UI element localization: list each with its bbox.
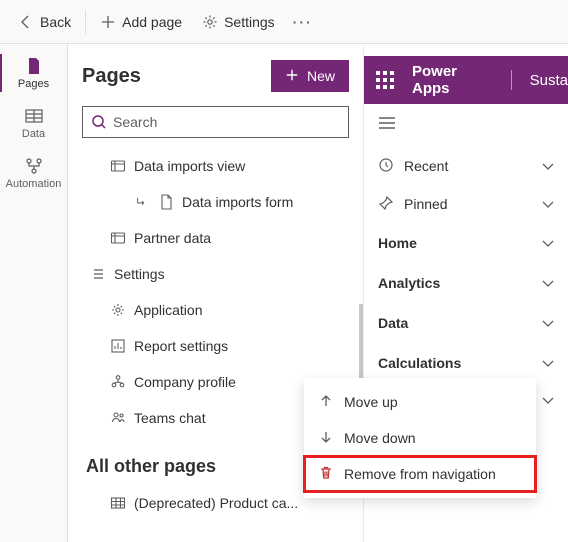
list-icon (90, 266, 106, 282)
nav-calculations[interactable]: Calculations (378, 343, 554, 383)
tree-item-partner-data[interactable]: Partner data (82, 220, 349, 256)
add-page-label: Add page (122, 14, 182, 30)
rail-data[interactable]: Data (0, 98, 67, 148)
nav-recent[interactable]: Recent (378, 147, 554, 185)
nav-data[interactable]: Data (378, 303, 554, 343)
ellipsis-icon: ··· (295, 14, 311, 30)
rail-automation-label: Automation (6, 178, 62, 190)
report-icon (110, 338, 126, 354)
page-icon (24, 56, 44, 76)
rail-pages[interactable]: Pages (0, 48, 67, 98)
trash-icon (318, 465, 334, 484)
chevron-down-icon (542, 355, 554, 371)
gear-icon (110, 302, 126, 318)
command-bar: Back Add page Settings ··· (0, 0, 568, 44)
tree-item-label: Data imports form (182, 194, 293, 210)
nav-label: Analytics (378, 275, 440, 291)
table-icon (24, 106, 44, 126)
tree-item-label: Teams chat (134, 410, 206, 426)
tree-item-data-imports-form[interactable]: Data imports form (82, 184, 349, 220)
ctx-label: Move down (344, 430, 416, 446)
chevron-down-icon (542, 275, 554, 291)
panel-title: Pages (82, 65, 141, 88)
pin-icon (378, 195, 394, 214)
gear-icon (202, 14, 218, 30)
waffle-icon[interactable] (376, 71, 394, 89)
ctx-move-down[interactable]: Move down (304, 420, 536, 456)
divider (85, 10, 86, 34)
more-button[interactable]: ··· (285, 0, 321, 43)
nav-label: Recent (404, 158, 448, 174)
arrow-left-icon (18, 14, 34, 30)
chevron-down-icon (542, 235, 554, 251)
chevron-down-icon (542, 315, 554, 331)
group-label: Settings (114, 266, 165, 282)
view-icon (110, 230, 126, 246)
search-icon (91, 114, 107, 130)
settings-label: Settings (224, 14, 275, 30)
tree-item-label: Data imports view (134, 158, 245, 174)
tree-item-label: Company profile (134, 374, 236, 390)
arrow-up-icon (318, 393, 334, 412)
tree-group-settings[interactable]: Settings (82, 256, 349, 292)
plus-icon (100, 14, 116, 30)
ctx-label: Move up (344, 394, 398, 410)
ctx-label: Remove from navigation (344, 466, 496, 482)
brand-label: Power Apps (412, 63, 493, 97)
nav-pinned[interactable]: Pinned (378, 185, 554, 223)
flow-icon (24, 156, 44, 176)
table-icon (110, 495, 126, 511)
suite-header: Power Apps Susta (364, 56, 568, 104)
back-button[interactable]: Back (8, 0, 81, 43)
arrow-down-icon (318, 429, 334, 448)
left-rail: Pages Data Automation (0, 44, 68, 542)
nav-analytics[interactable]: Analytics (378, 263, 554, 303)
search-input[interactable] (113, 114, 340, 130)
hamburger-icon[interactable] (378, 116, 396, 147)
form-icon (158, 194, 174, 210)
tree-item-label: Report settings (134, 338, 228, 354)
nav-label: Calculations (378, 355, 461, 371)
ctx-move-up[interactable]: Move up (304, 384, 536, 420)
chevron-down-icon (542, 392, 554, 408)
new-label: New (307, 68, 335, 84)
app-name: Susta (530, 72, 568, 89)
ctx-remove-from-navigation[interactable]: Remove from navigation (304, 456, 536, 492)
search-box[interactable] (82, 106, 349, 138)
org-icon (110, 374, 126, 390)
tree-item-label: Application (134, 302, 203, 318)
new-button[interactable]: New (271, 60, 349, 92)
view-icon (110, 158, 126, 174)
chevron-down-icon (542, 158, 554, 174)
tree-item-application[interactable]: Application (82, 292, 349, 328)
rail-automation[interactable]: Automation (0, 148, 67, 198)
tree-item-label: (Deprecated) Product ca... (134, 495, 298, 511)
tree-item-label: Partner data (134, 230, 211, 246)
clock-icon (378, 157, 394, 176)
add-page-button[interactable]: Add page (90, 0, 192, 43)
sub-icon (134, 194, 150, 210)
teams-icon (110, 410, 126, 426)
rail-pages-label: Pages (18, 78, 49, 90)
chevron-down-icon (542, 196, 554, 212)
nav-home[interactable]: Home (378, 223, 554, 263)
divider (511, 70, 512, 90)
nav-label: Data (378, 315, 408, 331)
nav-label: Pinned (404, 196, 448, 212)
tree-item-report-settings[interactable]: Report settings (82, 328, 349, 364)
context-menu: Move up Move down Remove from navigation (304, 378, 536, 498)
nav-label: Home (378, 235, 417, 251)
tree-item-data-imports-view[interactable]: Data imports view (82, 148, 349, 184)
plus-icon (285, 68, 299, 85)
back-label: Back (40, 14, 71, 30)
settings-button[interactable]: Settings (192, 0, 285, 43)
rail-data-label: Data (22, 128, 45, 140)
